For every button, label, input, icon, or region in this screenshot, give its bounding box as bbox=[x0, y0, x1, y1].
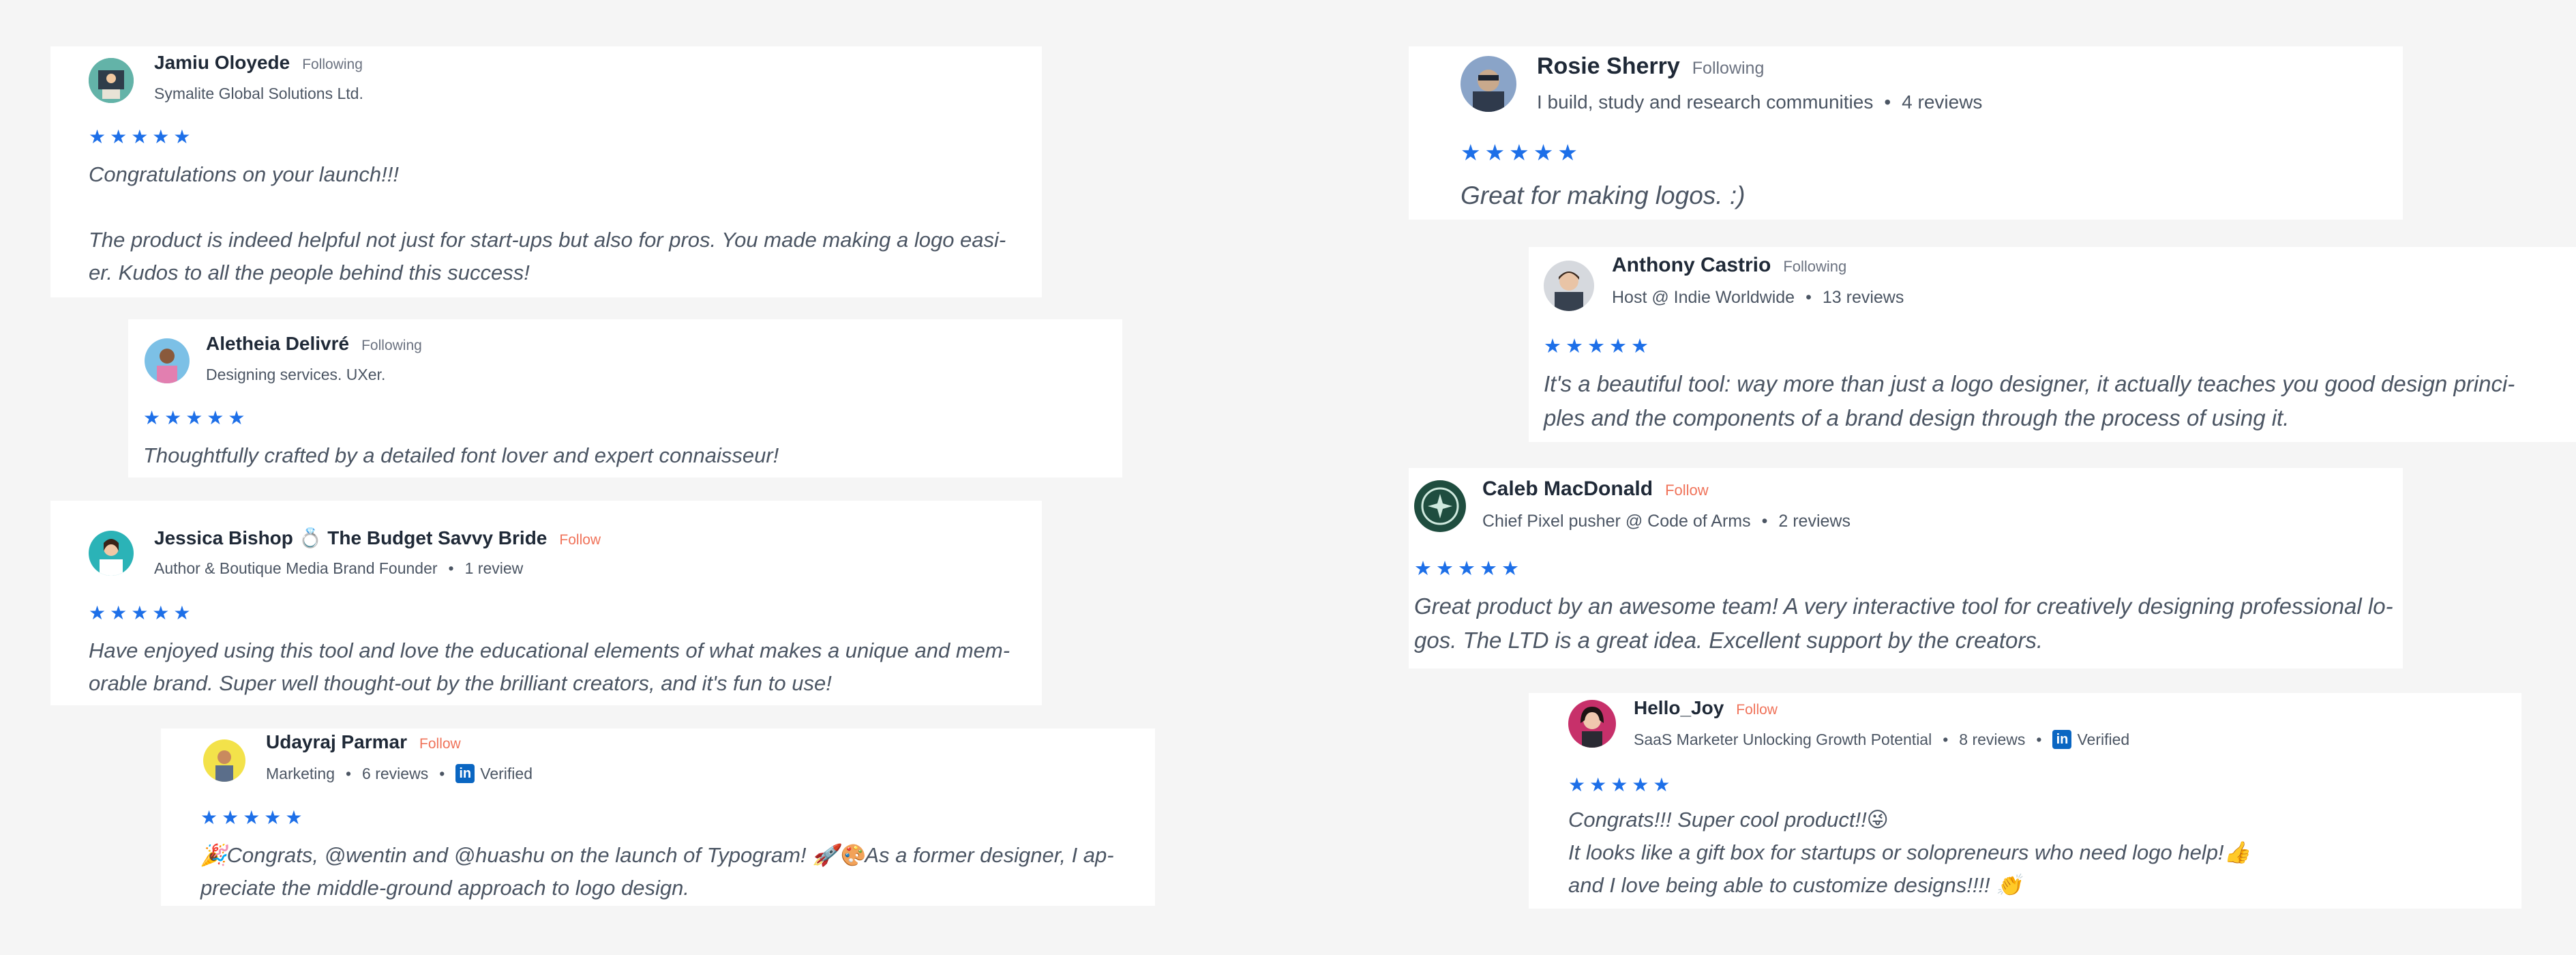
reviewer-headline: Designing services. UXer. bbox=[206, 366, 386, 383]
reviewer-headline: Marketing • 6 reviews • in Verified bbox=[266, 764, 533, 783]
follow-button[interactable]: Follow bbox=[419, 736, 461, 752]
reviewer-headline: I build, study and research communities •… bbox=[1537, 91, 1983, 113]
review-card: Hello_Joy Follow SaaS Marketer Unlocking … bbox=[1529, 693, 2521, 909]
avatar[interactable] bbox=[1461, 56, 1516, 112]
follow-button[interactable]: Follow bbox=[1665, 482, 1709, 499]
review-card: Rosie Sherry Following I build, study and… bbox=[1409, 46, 2403, 220]
reviewer-name[interactable]: Anthony Castrio Following bbox=[1612, 254, 1846, 277]
review-count: 1 review bbox=[464, 559, 524, 577]
avatar[interactable] bbox=[145, 338, 190, 383]
review-text: It's a beautiful tool: way more than jus… bbox=[1544, 371, 2515, 430]
avatar[interactable] bbox=[89, 531, 134, 576]
following-button[interactable]: Following bbox=[1783, 258, 1846, 275]
rating-stars: ★★★★★ bbox=[1544, 336, 1653, 357]
reviewer-name[interactable]: Udayraj Parmar Follow bbox=[266, 731, 461, 753]
reviewer-name[interactable]: Jamiu Oloyede Following bbox=[154, 52, 363, 74]
verified-label: Verified bbox=[480, 764, 533, 782]
reviewer-headline: Symalite Global Solutions Ltd. bbox=[154, 85, 363, 102]
review-card: Jessica Bishop 💍 The Budget Savvy Bride F… bbox=[50, 501, 1042, 705]
review-count: 4 reviews bbox=[1902, 91, 1983, 113]
rating-stars: ★★★★★ bbox=[1414, 558, 1523, 580]
review-card: Anthony Castrio Following Host @ Indie Wo… bbox=[1529, 247, 2576, 442]
reviewer-name[interactable]: Jessica Bishop 💍 The Budget Savvy Bride F… bbox=[154, 527, 601, 549]
review-card: Jamiu Oloyede Following Symalite Global S… bbox=[50, 46, 1042, 297]
avatar[interactable] bbox=[203, 739, 245, 782]
review-card: Udayraj Parmar Follow Marketing • 6 reviews… bbox=[161, 729, 1155, 906]
review-card: Aletheia Delivré Following Designing serv… bbox=[128, 319, 1122, 478]
review-text: Thoughtfully crafted by a detailed font … bbox=[143, 443, 779, 467]
reviewer-headline: Chief Pixel pusher @ Code of Arms • 2 revi… bbox=[1482, 512, 1851, 531]
following-button[interactable]: Following bbox=[1692, 59, 1765, 78]
avatar[interactable] bbox=[89, 58, 134, 103]
rating-stars: ★★★★★ bbox=[1461, 140, 1582, 165]
follow-button[interactable]: Follow bbox=[1736, 702, 1778, 718]
avatar[interactable] bbox=[1568, 700, 1616, 748]
review-text: Great product by an awesome team! A very… bbox=[1414, 593, 2393, 653]
reviewer-name[interactable]: Rosie Sherry Following bbox=[1537, 53, 1764, 80]
reviewer-headline: SaaS Marketer Unlocking Growth Potential… bbox=[1634, 730, 2130, 749]
review-text: Congrats!!! Super cool product!!😜 It loo… bbox=[1568, 808, 2251, 897]
following-button[interactable]: Following bbox=[302, 57, 363, 72]
rating-stars: ★★★★★ bbox=[89, 126, 195, 147]
avatar[interactable] bbox=[1544, 261, 1594, 311]
follow-button[interactable]: Follow bbox=[559, 532, 601, 548]
review-text: Have enjoyed using this tool and love th… bbox=[89, 638, 1010, 695]
rating-stars: ★★★★★ bbox=[200, 807, 307, 828]
reviewer-name[interactable]: Aletheia Delivré Following bbox=[206, 333, 422, 355]
review-text: 🎉Congrats, @wentin and @huashu on the la… bbox=[200, 843, 1114, 900]
verified-label: Verified bbox=[2077, 730, 2130, 748]
rating-stars: ★★★★★ bbox=[143, 407, 250, 428]
reviewer-headline: Author & Boutique Media Brand Founder • 1 … bbox=[154, 559, 524, 577]
reviewer-name[interactable]: Hello_Joy Follow bbox=[1634, 697, 1778, 719]
review-text: Congratulations on your launch!!! The pr… bbox=[89, 162, 1006, 284]
avatar[interactable] bbox=[1414, 480, 1466, 532]
review-count: 8 reviews bbox=[1959, 730, 2026, 748]
following-button[interactable]: Following bbox=[361, 338, 422, 353]
review-card: Caleb MacDonald Follow Chief Pixel pusher… bbox=[1409, 468, 2403, 668]
reviewer-headline: Host @ Indie Worldwide • 13 reviews bbox=[1612, 288, 1904, 307]
review-count: 6 reviews bbox=[362, 764, 429, 782]
rating-stars: ★★★★★ bbox=[1568, 774, 1675, 795]
review-count: 13 reviews bbox=[1822, 288, 1904, 307]
linkedin-icon: in bbox=[455, 764, 475, 783]
rating-stars: ★★★★★ bbox=[89, 602, 195, 623]
linkedin-icon: in bbox=[2052, 730, 2072, 749]
review-text: Great for making logos. :) bbox=[1461, 181, 1746, 209]
review-count: 2 reviews bbox=[1778, 512, 1851, 531]
reviewer-name[interactable]: Caleb MacDonald Follow bbox=[1482, 478, 1709, 501]
